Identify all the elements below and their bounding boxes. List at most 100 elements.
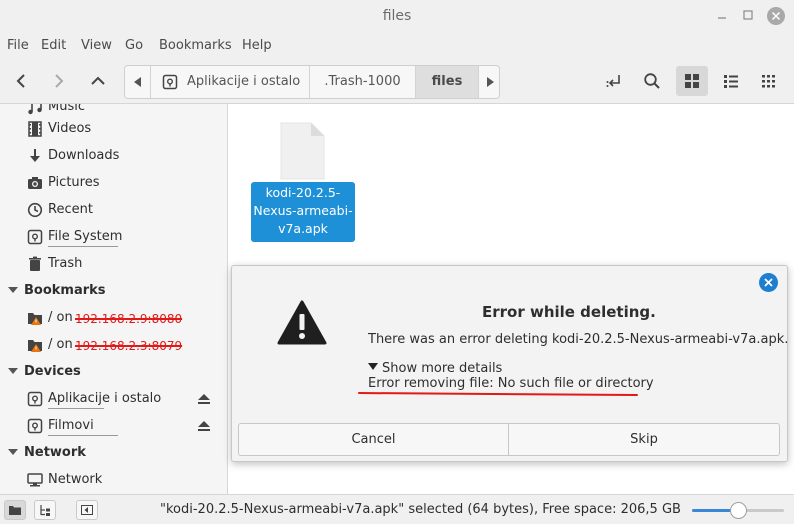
menu-go[interactable]: Go	[125, 38, 143, 53]
sidebar-item-label: Network	[48, 472, 103, 487]
menu-file[interactable]: File	[7, 38, 29, 53]
clock-icon	[27, 202, 43, 218]
path-segment-label: .Trash-1000	[324, 74, 401, 89]
sidebar-toggle-icon	[81, 505, 93, 515]
sidebar-item-device-aplikacije[interactable]: Aplikacije i ostalo	[0, 386, 227, 413]
zoom-slider-handle[interactable]	[730, 502, 747, 519]
menu-bookmarks[interactable]: Bookmarks	[159, 38, 232, 53]
expander-arrow-icon	[368, 363, 378, 370]
dialog-close-button[interactable]	[759, 273, 778, 292]
list-icon	[724, 75, 738, 88]
show-details-label: Show more details	[382, 361, 503, 376]
sidebar-section-network[interactable]: Network	[0, 440, 227, 467]
menu-help[interactable]: Help	[242, 38, 272, 53]
bookmark-prefix: / on	[48, 310, 73, 325]
file-name: kodi-20.2.5- Nexus-armeabi- v7a.apk	[251, 182, 355, 242]
camera-icon	[28, 177, 42, 189]
status-bar: "kodi-20.2.5-Nexus-armeabi-v7a.apk" sele…	[0, 494, 794, 524]
sidebar-item-recent[interactable]: Recent	[0, 197, 227, 224]
list-view-button[interactable]	[715, 66, 747, 96]
title-bar: files	[0, 0, 794, 34]
error-detail: Error removing file: No such file or dir…	[368, 376, 654, 391]
back-button[interactable]	[6, 66, 36, 96]
sidebar-item-network[interactable]: Network	[0, 467, 227, 494]
section-header: Bookmarks	[24, 283, 106, 298]
path-segment-label: Aplikacije i ostalo	[187, 74, 301, 89]
sidebar-item-label: Recent	[48, 202, 93, 217]
sidebar-item-device-filmovi[interactable]: Filmovi	[0, 413, 227, 440]
usage-bar	[48, 435, 118, 436]
file-name-line: Nexus-armeabi-	[253, 203, 353, 218]
sidebar-item-label: Filmovi	[48, 418, 94, 433]
eject-icon[interactable]	[197, 419, 211, 433]
section-header: Network	[24, 445, 86, 460]
search-icon	[644, 73, 660, 89]
menu-edit[interactable]: Edit	[41, 38, 66, 53]
cancel-button[interactable]: Cancel	[238, 423, 509, 456]
dialog-message: There was an error deleting kodi-20.2.5-…	[368, 332, 789, 347]
icon-view-button[interactable]	[676, 66, 708, 96]
minimize-button[interactable]	[713, 8, 731, 26]
up-button[interactable]	[83, 66, 113, 96]
eject-icon[interactable]	[197, 392, 211, 406]
sidebar-section-bookmarks[interactable]: Bookmarks	[0, 278, 227, 305]
sidebar-item-trash[interactable]: Trash	[0, 251, 227, 278]
sidebar-item-label: Trash	[48, 256, 83, 271]
maximize-icon	[743, 10, 753, 20]
skip-button[interactable]: Skip	[508, 423, 780, 456]
menu-bar: File Edit View Go Bookmarks Help	[0, 34, 794, 58]
forward-button[interactable]	[44, 66, 74, 96]
path-segment-label: files	[431, 74, 463, 89]
sidebar-item-bookmark-1[interactable]: / on 192.168.2.9:8080	[0, 305, 227, 332]
close-window-button[interactable]	[767, 7, 785, 25]
path-scroll-left-button[interactable]	[125, 66, 151, 98]
download-arrow-icon	[30, 149, 40, 162]
sidebar-item-pictures[interactable]: Pictures	[0, 170, 227, 197]
chevron-right-icon	[55, 74, 64, 88]
location-toggle-button[interactable]	[598, 66, 630, 96]
triangle-right-icon	[487, 77, 494, 87]
sidebar-item-file-system[interactable]: File System	[0, 224, 227, 251]
show-tree-button[interactable]	[34, 500, 56, 520]
sidebar-section-devices[interactable]: Devices	[0, 359, 227, 386]
sidebar-item-label: File System	[48, 229, 123, 244]
minimize-icon	[718, 17, 726, 19]
toolbar: Aplikacije i ostalo .Trash-1000 files	[0, 58, 794, 149]
sidebar-item-videos[interactable]: Videos	[0, 116, 227, 143]
path-segment-aplikacije[interactable]: Aplikacije i ostalo	[151, 66, 310, 98]
search-button[interactable]	[636, 66, 668, 96]
menu-view[interactable]: View	[81, 38, 112, 53]
file-name-line: v7a.apk	[278, 221, 328, 236]
compact-view-button[interactable]	[753, 66, 785, 96]
show-details-toggle[interactable]: Show more details	[368, 361, 502, 376]
warning-icon	[277, 300, 327, 345]
redacted-host: 192.168.2.9:8080	[75, 312, 183, 326]
dialog-title: Error while deleting.	[482, 303, 656, 321]
toggle-sidebar-button[interactable]	[76, 500, 98, 520]
path-segment-files[interactable]: files	[416, 66, 479, 98]
status-text: "kodi-20.2.5-Nexus-armeabi-v7a.apk" sele…	[160, 502, 681, 517]
sidebar-item-label: Music	[48, 104, 85, 114]
trash-icon	[29, 256, 41, 271]
expand-arrow-icon	[8, 449, 18, 455]
path-segment-trash[interactable]: .Trash-1000	[310, 66, 416, 98]
error-dialog: Error while deleting. There was an error…	[231, 265, 788, 462]
zoom-slider[interactable]	[692, 502, 784, 519]
sidebar-item-bookmark-2[interactable]: / on 192.168.2.3:8079	[0, 332, 227, 359]
drive-icon	[27, 418, 43, 434]
show-places-button[interactable]	[4, 500, 26, 520]
compact-list-icon	[762, 75, 775, 88]
sidebar-item-label: Pictures	[48, 175, 100, 190]
return-arrow-icon	[606, 75, 620, 87]
network-folder-warning-icon	[28, 313, 42, 325]
close-icon	[764, 278, 773, 287]
path-scroll-right-button[interactable]	[479, 66, 499, 98]
sidebar-item-label: Downloads	[48, 148, 120, 163]
sidebar-item-downloads[interactable]: Downloads	[0, 143, 227, 170]
chevron-up-icon	[91, 76, 105, 85]
maximize-button[interactable]	[739, 8, 757, 26]
bookmark-prefix: / on	[48, 337, 73, 352]
network-icon	[27, 473, 43, 487]
sidebar: Music Videos Downloads Pictures Recent F…	[0, 104, 228, 494]
drive-icon	[27, 391, 43, 407]
